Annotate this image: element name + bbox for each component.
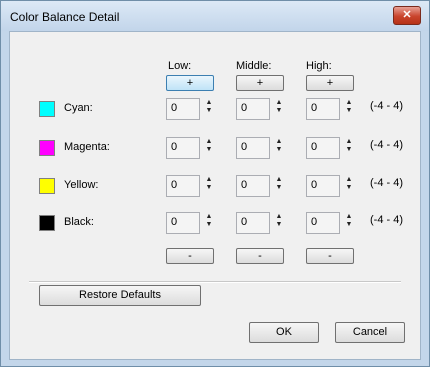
spin-up-icon[interactable]: ▲ <box>204 138 214 146</box>
cyan-high-field[interactable]: 0 <box>306 98 340 120</box>
yellow-middle-field[interactable]: 0 <box>236 175 270 197</box>
cyan-label: Cyan: <box>64 102 93 114</box>
dialog-title: Color Balance Detail <box>10 10 120 24</box>
magenta-swatch <box>39 140 55 156</box>
magenta-label: Magenta: <box>64 141 110 153</box>
black-low-field[interactable]: 0 <box>166 212 200 234</box>
cyan-low-spinner[interactable]: ▲ ▼ <box>204 99 214 121</box>
spin-up-icon[interactable]: ▲ <box>274 99 284 107</box>
black-high-field[interactable]: 0 <box>306 212 340 234</box>
cancel-button[interactable]: Cancel <box>335 322 405 343</box>
column-high-header: High: <box>306 60 332 72</box>
black-label: Black: <box>64 216 94 228</box>
magenta-range: (-4 - 4) <box>370 139 403 151</box>
separator <box>29 281 401 283</box>
magenta-low-spinner[interactable]: ▲ ▼ <box>204 138 214 160</box>
spin-down-icon[interactable]: ▼ <box>344 184 354 192</box>
spin-up-icon[interactable]: ▲ <box>274 176 284 184</box>
spin-up-icon[interactable]: ▲ <box>274 213 284 221</box>
low-increase-button[interactable]: + <box>166 75 214 91</box>
spin-down-icon[interactable]: ▼ <box>204 146 214 154</box>
yellow-swatch <box>39 178 55 194</box>
spin-up-icon[interactable]: ▲ <box>204 213 214 221</box>
spin-up-icon[interactable]: ▲ <box>344 176 354 184</box>
low-decrease-button[interactable]: - <box>166 248 214 264</box>
spin-up-icon[interactable]: ▲ <box>344 99 354 107</box>
cyan-middle-spinner[interactable]: ▲ ▼ <box>274 99 284 121</box>
black-middle-field[interactable]: 0 <box>236 212 270 234</box>
column-middle-header: Middle: <box>236 60 272 72</box>
middle-decrease-button[interactable]: - <box>236 248 284 264</box>
magenta-high-spinner[interactable]: ▲ ▼ <box>344 138 354 160</box>
black-range: (-4 - 4) <box>370 214 403 226</box>
spin-up-icon[interactable]: ▲ <box>204 176 214 184</box>
column-low-header: Low: <box>168 60 192 72</box>
spin-down-icon[interactable]: ▼ <box>274 107 284 115</box>
magenta-low-field[interactable]: 0 <box>166 137 200 159</box>
spin-down-icon[interactable]: ▼ <box>274 221 284 229</box>
spin-down-icon[interactable]: ▼ <box>344 107 354 115</box>
spin-down-icon[interactable]: ▼ <box>204 107 214 115</box>
spin-down-icon[interactable]: ▼ <box>274 146 284 154</box>
black-swatch <box>39 215 55 231</box>
high-increase-button[interactable]: + <box>306 75 354 91</box>
black-low-spinner[interactable]: ▲ ▼ <box>204 213 214 235</box>
title-bar: Color Balance Detail ✕ <box>1 1 429 31</box>
cyan-low-field[interactable]: 0 <box>166 98 200 120</box>
yellow-low-field[interactable]: 0 <box>166 175 200 197</box>
middle-increase-button[interactable]: + <box>236 75 284 91</box>
yellow-high-field[interactable]: 0 <box>306 175 340 197</box>
spin-up-icon[interactable]: ▲ <box>274 138 284 146</box>
ok-button[interactable]: OK <box>249 322 319 343</box>
cyan-range: (-4 - 4) <box>370 100 403 112</box>
yellow-range: (-4 - 4) <box>370 177 403 189</box>
close-button[interactable]: ✕ <box>393 6 421 25</box>
spin-down-icon[interactable]: ▼ <box>204 221 214 229</box>
magenta-middle-spinner[interactable]: ▲ ▼ <box>274 138 284 160</box>
spin-down-icon[interactable]: ▼ <box>204 184 214 192</box>
yellow-high-spinner[interactable]: ▲ ▼ <box>344 176 354 198</box>
spin-up-icon[interactable]: ▲ <box>344 138 354 146</box>
high-decrease-button[interactable]: - <box>306 248 354 264</box>
spin-up-icon[interactable]: ▲ <box>204 99 214 107</box>
spin-up-icon[interactable]: ▲ <box>344 213 354 221</box>
dialog-body <box>9 31 421 360</box>
magenta-middle-field[interactable]: 0 <box>236 137 270 159</box>
spin-down-icon[interactable]: ▼ <box>344 221 354 229</box>
cyan-high-spinner[interactable]: ▲ ▼ <box>344 99 354 121</box>
yellow-low-spinner[interactable]: ▲ ▼ <box>204 176 214 198</box>
cyan-middle-field[interactable]: 0 <box>236 98 270 120</box>
magenta-high-field[interactable]: 0 <box>306 137 340 159</box>
yellow-label: Yellow: <box>64 179 99 191</box>
cyan-swatch <box>39 101 55 117</box>
restore-defaults-button[interactable]: Restore Defaults <box>39 285 201 306</box>
black-middle-spinner[interactable]: ▲ ▼ <box>274 213 284 235</box>
yellow-middle-spinner[interactable]: ▲ ▼ <box>274 176 284 198</box>
spin-down-icon[interactable]: ▼ <box>274 184 284 192</box>
spin-down-icon[interactable]: ▼ <box>344 146 354 154</box>
black-high-spinner[interactable]: ▲ ▼ <box>344 213 354 235</box>
